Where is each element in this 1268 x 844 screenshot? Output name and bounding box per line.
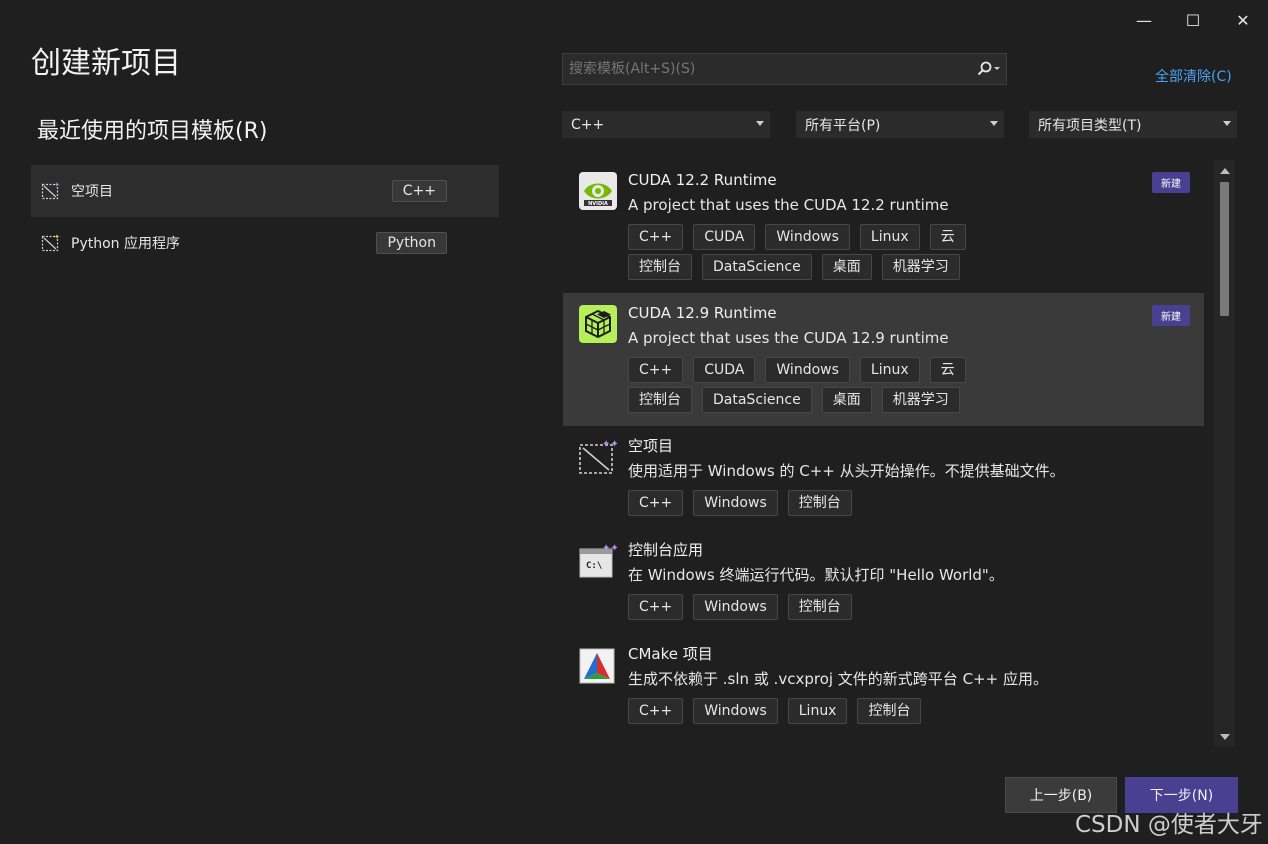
tag: Windows xyxy=(765,357,850,383)
template-description: A project that uses the CUDA 12.9 runtim… xyxy=(628,329,949,347)
tag: Windows xyxy=(693,490,778,516)
scrollbar-thumb[interactable] xyxy=(1220,182,1229,316)
template-description: 使用适用于 Windows 的 C++ 从头开始操作。不提供基础文件。 xyxy=(628,462,1065,480)
chevron-down-icon xyxy=(990,121,998,126)
tag: CUDA xyxy=(693,224,756,250)
minimize-button[interactable]: — xyxy=(1120,6,1168,34)
svg-text:✦✦: ✦✦ xyxy=(54,181,61,189)
template-title: 空项目 xyxy=(628,437,674,455)
tag: Windows xyxy=(693,698,778,724)
tag: CUDA xyxy=(693,357,756,383)
maximize-icon: ☐ xyxy=(1185,10,1201,30)
template-description: 在 Windows 终端运行代码。默认打印 "Hello World"。 xyxy=(628,566,1004,584)
close-icon: ✕ xyxy=(1236,10,1250,30)
project-type-filter-value: 所有项目类型(T) xyxy=(1038,117,1142,134)
template-tags: C++ CUDA Windows Linux 云 控制台 DataScience… xyxy=(628,357,1048,417)
recent-item-empty-project[interactable]: ✦✦ 空项目 C++ xyxy=(31,165,499,217)
svg-text:✦✦: ✦✦ xyxy=(602,543,618,554)
template-search[interactable] xyxy=(562,53,1007,85)
recent-item-tag: Python xyxy=(376,232,447,254)
template-tags: C++ Windows 控制台 xyxy=(628,594,1048,624)
svg-text:NVIDIA: NVIDIA xyxy=(588,201,608,207)
tag: Windows xyxy=(693,594,778,620)
console-app-icon: C:\ ✦✦ xyxy=(579,543,618,578)
tag: DataScience xyxy=(702,254,812,280)
language-filter-dropdown[interactable]: C++ xyxy=(562,111,770,138)
tag: Linux xyxy=(859,224,920,250)
search-options-button[interactable] xyxy=(972,61,1006,77)
tag: 机器学习 xyxy=(881,254,960,280)
template-title: CUDA 12.2 Runtime xyxy=(628,171,777,189)
tag: C++ xyxy=(628,224,684,250)
template-item-console-app[interactable]: C:\ ✦✦ 控制台应用 在 Windows 终端运行代码。默认打印 "Hell… xyxy=(563,530,1204,634)
tag: 云 xyxy=(929,224,966,250)
tag: 桌面 xyxy=(821,254,872,280)
search-icon xyxy=(977,61,1000,76)
tag: 控制台 xyxy=(628,387,692,413)
template-title: CMake 项目 xyxy=(628,645,713,663)
template-description: 生成不依赖于 .sln 或 .vcxproj 文件的新式跨平台 C++ 应用。 xyxy=(628,670,1048,688)
python-app-icon: ✦✦ xyxy=(41,233,61,252)
template-description: A project that uses the CUDA 12.2 runtim… xyxy=(628,196,949,214)
template-item-cuda-12-2[interactable]: NVIDIA CUDA 12.2 Runtime A project that … xyxy=(563,160,1204,293)
tag: 控制台 xyxy=(857,698,922,724)
template-item-cmake-project[interactable]: CMake 项目 生成不依赖于 .sln 或 .vcxproj 文件的新式跨平台… xyxy=(563,634,1204,738)
recent-item-label: Python 应用程序 xyxy=(71,236,180,252)
tag: DataScience xyxy=(702,387,812,413)
tag: Windows xyxy=(765,224,850,250)
recent-templates-heading: 最近使用的项目模板(R) xyxy=(37,119,268,144)
svg-text:C:\: C:\ xyxy=(586,561,602,571)
tag: 控制台 xyxy=(628,254,692,280)
project-type-filter-dropdown[interactable]: 所有项目类型(T) xyxy=(1029,111,1237,138)
tag: Linux xyxy=(859,357,920,383)
template-tags: C++ Windows 控制台 xyxy=(628,490,1048,520)
platform-filter-dropdown[interactable]: 所有平台(P) xyxy=(796,111,1004,138)
scroll-down-icon[interactable] xyxy=(1220,734,1230,740)
chevron-down-icon xyxy=(1223,121,1231,126)
template-title: 控制台应用 xyxy=(628,541,704,559)
template-tags: C++ Windows Linux 控制台 xyxy=(628,698,1048,728)
tag: Linux xyxy=(787,698,848,724)
platform-filter-value: 所有平台(P) xyxy=(805,117,881,134)
tag: 控制台 xyxy=(787,490,852,516)
clear-all-link[interactable]: 全部清除(C) xyxy=(1155,66,1232,86)
recent-item-python-app[interactable]: ✦✦ Python 应用程序 Python xyxy=(31,217,499,269)
search-input[interactable] xyxy=(563,60,972,78)
tag: 机器学习 xyxy=(881,387,960,413)
tag: C++ xyxy=(628,594,684,620)
template-list: NVIDIA CUDA 12.2 Runtime A project that … xyxy=(563,160,1204,746)
tag: C++ xyxy=(628,357,684,383)
template-item-empty-project[interactable]: ✦✦ 空项目 使用适用于 Windows 的 C++ 从头开始操作。不提供基础文… xyxy=(563,426,1204,530)
recent-item-label: 空项目 xyxy=(71,184,113,200)
chevron-down-icon xyxy=(756,121,764,126)
close-button[interactable]: ✕ xyxy=(1219,6,1267,34)
empty-project-icon: ✦✦ xyxy=(41,181,61,200)
empty-project-icon: ✦✦ xyxy=(579,439,618,474)
template-tags: C++ CUDA Windows Linux 云 控制台 DataScience… xyxy=(628,224,1048,284)
svg-text:✦✦: ✦✦ xyxy=(602,439,618,450)
tag: 云 xyxy=(929,357,966,383)
template-title: CUDA 12.9 Runtime xyxy=(628,304,777,322)
new-badge: 新建 xyxy=(1152,172,1190,193)
template-item-cuda-12-9[interactable]: CUDA 12.9 Runtime A project that uses th… xyxy=(563,293,1204,426)
watermark: CSDN @使者大牙 xyxy=(1075,812,1263,838)
cmake-icon xyxy=(579,648,615,684)
tag: 桌面 xyxy=(821,387,872,413)
template-list-scrollbar[interactable] xyxy=(1214,160,1235,746)
maximize-button[interactable]: ☐ xyxy=(1169,6,1217,34)
recent-item-tag: C++ xyxy=(391,180,447,202)
scroll-up-icon[interactable] xyxy=(1220,168,1230,174)
tag: C++ xyxy=(628,490,684,516)
minimize-icon: — xyxy=(1136,10,1152,30)
nvidia-icon: NVIDIA xyxy=(579,172,617,210)
new-badge: 新建 xyxy=(1152,305,1190,326)
tag: 控制台 xyxy=(787,594,852,620)
cuda-cube-icon xyxy=(579,305,617,343)
svg-text:✦✦: ✦✦ xyxy=(54,233,61,241)
language-filter-value: C++ xyxy=(571,116,605,133)
page-title: 创建新项目 xyxy=(31,46,181,81)
tag: C++ xyxy=(628,698,684,724)
